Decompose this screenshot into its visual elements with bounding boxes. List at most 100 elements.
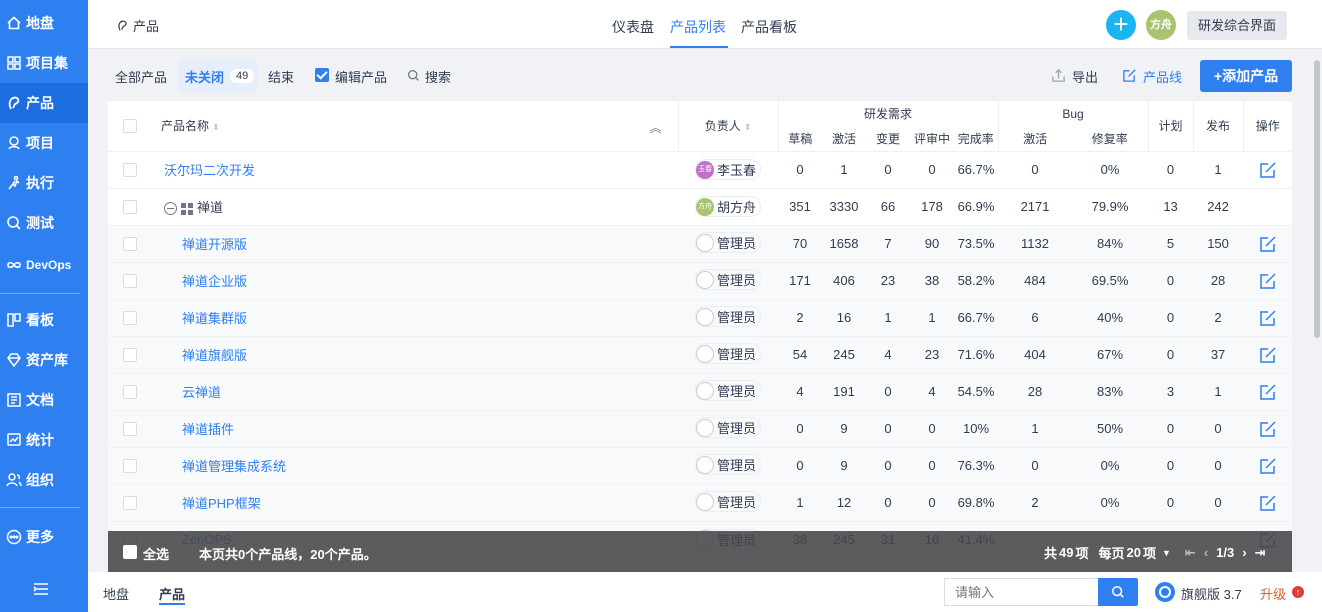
col-header-completion: 完成率 (957, 131, 994, 146)
row-checkbox[interactable] (123, 311, 137, 326)
global-search-input[interactable] (944, 578, 1099, 606)
edit-product-button[interactable] (1259, 309, 1277, 326)
tab-product-kanban[interactable]: 产品看板 (741, 17, 797, 37)
nav-more[interactable]: 更多 (0, 517, 88, 557)
nav-dashboard[interactable]: 地盘 (0, 3, 88, 43)
caret-down-icon[interactable]: ▼ (1162, 548, 1171, 558)
nav-devops[interactable]: DevOps (0, 245, 88, 285)
edit-product-button[interactable] (1259, 383, 1277, 400)
product-name-link[interactable]: 沃尔玛二次开发 (164, 163, 255, 178)
row-checkbox[interactable] (123, 385, 137, 400)
col-header-name[interactable]: 产品名称 ⬍ ︽ (152, 101, 678, 151)
nav-doc[interactable]: 文档 (0, 380, 88, 420)
nav-asset-library[interactable]: 资产库 (0, 340, 88, 380)
product-name-link[interactable]: 禅道旗舰版 (182, 348, 247, 363)
product-name-link[interactable]: 禅道管理集成系统 (182, 459, 286, 474)
row-checkbox[interactable] (123, 163, 137, 178)
cell-plan: 0 (1148, 446, 1194, 484)
select-all-label[interactable]: 全选 (143, 544, 169, 563)
row-checkbox[interactable] (123, 200, 137, 215)
owner-cell: 管理员 (678, 409, 778, 447)
last-page-icon[interactable]: ⇥ (1255, 545, 1266, 561)
quick-create-button[interactable]: + (1106, 10, 1136, 40)
per-page-prefix[interactable]: 每页 (1099, 543, 1125, 562)
edit-product-button[interactable] (1259, 457, 1277, 474)
owner-chip[interactable]: 管理员 (694, 306, 761, 328)
filter-all-products[interactable]: 全部产品 (115, 67, 167, 86)
cell-bug-active: 484 (998, 261, 1073, 299)
filter-unclosed[interactable]: 未关闭 49 (178, 60, 258, 92)
owner-chip[interactable]: 管理员 (694, 343, 761, 365)
user-avatar[interactable]: 方舟 (1146, 10, 1176, 40)
row-checkbox[interactable] (123, 422, 137, 437)
edit-product-button[interactable] (1259, 235, 1277, 252)
edit-product-button[interactable] (1259, 420, 1277, 437)
product-name-link[interactable]: 云禅道 (182, 385, 221, 400)
per-page-suffix[interactable]: 项 (1143, 543, 1156, 562)
product-name-link[interactable]: 禅道PHP框架 (182, 496, 261, 511)
row-checkbox[interactable] (123, 274, 137, 289)
first-page-icon[interactable]: ⇤ (1185, 545, 1196, 561)
footer-select-all-checkbox[interactable] (123, 545, 137, 559)
nav-stats[interactable]: 统计 (0, 420, 88, 460)
product-name-link[interactable]: 禅道开源版 (182, 237, 247, 252)
edit-product-button[interactable] (1259, 494, 1277, 511)
nav-kanban[interactable]: 看板 (0, 300, 88, 340)
product-name-link[interactable]: 禅道集群版 (182, 311, 247, 326)
tab-product-list[interactable]: 产品列表 (670, 17, 726, 37)
tab-dashboard[interactable]: 仪表盘 (612, 17, 654, 37)
owner-chip[interactable]: 管理员 (694, 380, 761, 402)
add-product-button[interactable]: +添加产品 (1200, 60, 1292, 92)
filter-closed[interactable]: 结束 (268, 67, 294, 86)
owner-chip[interactable]: 管理员 (694, 491, 761, 513)
table-row: 云禅道 管理员 4 191 0 4 54.5% 28 83% 3 1 (108, 372, 1292, 410)
collapse-icon[interactable] (164, 202, 177, 216)
page-scrollbar[interactable] (1314, 60, 1320, 338)
product-line-name[interactable]: 禅道 (197, 200, 223, 215)
bottom-tab-dashboard[interactable]: 地盘 (103, 584, 129, 603)
owner-name: 管理员 (716, 384, 756, 400)
owner-chip[interactable]: 管理员 (694, 454, 761, 476)
cell-release: 2 (1193, 298, 1244, 336)
nav-product[interactable]: 产品 (0, 83, 88, 123)
owner-chip[interactable]: 方舟 胡方舟 (694, 196, 761, 218)
collapse-all-icon[interactable]: ︽ (649, 119, 661, 136)
cell-fix-rate: 69.5% (1072, 261, 1149, 299)
actions-cell (1243, 224, 1292, 262)
nav-test[interactable]: 测试 (0, 203, 88, 243)
edit-products-label[interactable]: 编辑产品 (335, 67, 387, 86)
select-all-checkbox[interactable] (123, 119, 137, 134)
row-checkbox[interactable] (123, 348, 137, 363)
col-header-owner[interactable]: 负责人 ⬍ (677, 101, 778, 151)
edit-product-button[interactable] (1259, 161, 1277, 178)
product-name-link[interactable]: 禅道插件 (182, 422, 234, 437)
collapse-menu-icon[interactable] (30, 578, 52, 600)
nav-project[interactable]: 项目 (0, 123, 88, 163)
next-page-icon[interactable]: › (1242, 545, 1246, 560)
global-search-button[interactable] (1098, 578, 1138, 606)
upgrade-link[interactable]: 升级 (1260, 584, 1286, 603)
row-checkbox[interactable] (123, 237, 137, 252)
search-toggle[interactable]: 搜索 (425, 67, 451, 86)
switch-interface-button[interactable]: 研发综合界面 (1187, 11, 1287, 40)
row-checkbox[interactable] (123, 496, 137, 511)
prev-page-icon[interactable]: ‹ (1204, 545, 1208, 560)
nav-org[interactable]: 组织 (0, 460, 88, 500)
per-page-count[interactable]: 20 (1127, 545, 1141, 560)
product-line-button[interactable]: 产品线 (1143, 67, 1182, 86)
owner-chip[interactable]: 管理员 (694, 417, 761, 439)
row-checkbox[interactable] (123, 459, 137, 474)
edit-product-button[interactable] (1259, 346, 1277, 363)
product-name-link[interactable]: 禅道企业版 (182, 274, 247, 289)
edit-products-checkbox[interactable] (315, 68, 329, 82)
nav-program[interactable]: 项目集 (0, 43, 88, 83)
owner-chip[interactable]: 管理员 (694, 232, 761, 254)
owner-chip[interactable]: 玉春 李玉春 (694, 159, 761, 181)
owner-chip[interactable]: 管理员 (694, 269, 761, 291)
nav-label: 测试 (26, 215, 54, 231)
export-button[interactable]: 导出 (1072, 67, 1098, 86)
owner-name: 胡方舟 (716, 200, 756, 216)
nav-execution[interactable]: 执行 (0, 163, 88, 203)
edit-product-button[interactable] (1259, 272, 1277, 289)
bottom-tab-product[interactable]: 产品 (159, 584, 185, 603)
